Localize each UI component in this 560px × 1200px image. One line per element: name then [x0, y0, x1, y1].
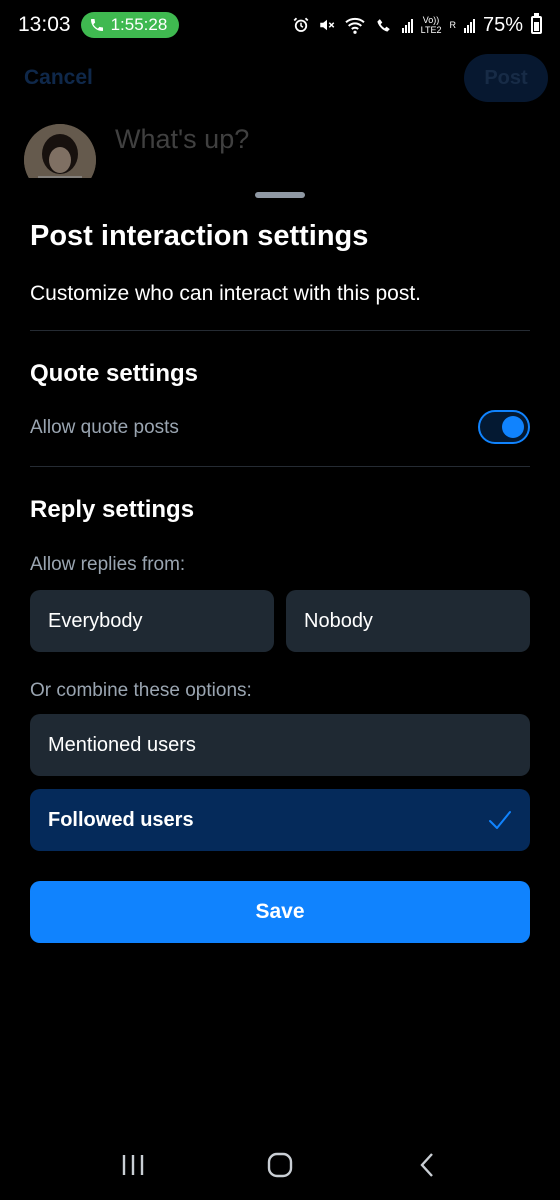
sheet-title: Post interaction settings: [30, 220, 369, 252]
phone-icon: [90, 19, 103, 31]
allow-quote-posts-label: Allow quote posts: [30, 417, 179, 438]
alarm-icon: [293, 17, 309, 32]
reply-option-everybody[interactable]: Everybody: [30, 590, 274, 652]
roaming-indicator: R: [449, 20, 456, 30]
signal-icon-2: [463, 17, 475, 33]
combine-options-label: Or combine these options:: [30, 680, 252, 701]
reply-option-nobody[interactable]: Nobody: [286, 590, 530, 652]
status-bar: 13:03 1:55:28 Vo)) LTE2 R 75%: [0, 0, 560, 50]
interaction-settings-sheet: Post interaction settings Customize who …: [0, 178, 560, 1200]
option-label: Mentioned users: [48, 733, 196, 756]
quote-settings-title: Quote settings: [30, 360, 199, 387]
save-button[interactable]: Save: [30, 881, 530, 943]
recent-apps-button[interactable]: [103, 1145, 163, 1185]
reply-settings-title: Reply settings: [30, 496, 195, 523]
divider: [30, 330, 530, 331]
sheet-subtitle: Customize who can interact with this pos…: [30, 282, 422, 305]
system-nav-bar: [0, 1130, 560, 1200]
reply-option-mentioned-users[interactable]: Mentioned users: [30, 714, 530, 776]
status-icons: Vo)) LTE2 R 75%: [292, 13, 542, 37]
back-button[interactable]: [397, 1145, 457, 1185]
battery-icon: [531, 13, 542, 34]
allow-replies-label: Allow replies from:: [30, 554, 186, 575]
compose-input[interactable]: [115, 124, 515, 155]
call-duration: 1:55:28: [110, 15, 168, 34]
mute-icon: [319, 19, 334, 31]
wifi-icon: [344, 17, 365, 34]
network-type: Vo)) LTE2: [420, 15, 442, 35]
option-label: Nobody: [304, 609, 373, 632]
option-label: Followed users: [48, 808, 194, 831]
toggle-knob: [502, 416, 524, 438]
ongoing-call-pill[interactable]: 1:55:28: [80, 12, 180, 38]
recent-apps-icon: [123, 1155, 144, 1175]
post-button[interactable]: Post: [464, 54, 548, 102]
divider: [30, 466, 530, 467]
battery-percent: 75%: [482, 13, 523, 36]
wifi-call-icon: [376, 19, 390, 32]
home-button[interactable]: [250, 1145, 310, 1185]
check-icon: [489, 811, 511, 829]
cancel-button[interactable]: Cancel: [24, 66, 93, 90]
option-label: Everybody: [48, 609, 143, 632]
signal-icon: [401, 17, 413, 33]
back-icon: [420, 1153, 433, 1177]
post-composer: Cancel Post: [0, 50, 560, 196]
reply-option-followed-users[interactable]: Followed users: [30, 789, 530, 851]
home-icon: [267, 1152, 293, 1178]
allow-quote-posts-toggle[interactable]: [478, 410, 530, 444]
sheet-drag-handle[interactable]: [255, 192, 305, 198]
status-time: 13:03: [18, 13, 71, 36]
